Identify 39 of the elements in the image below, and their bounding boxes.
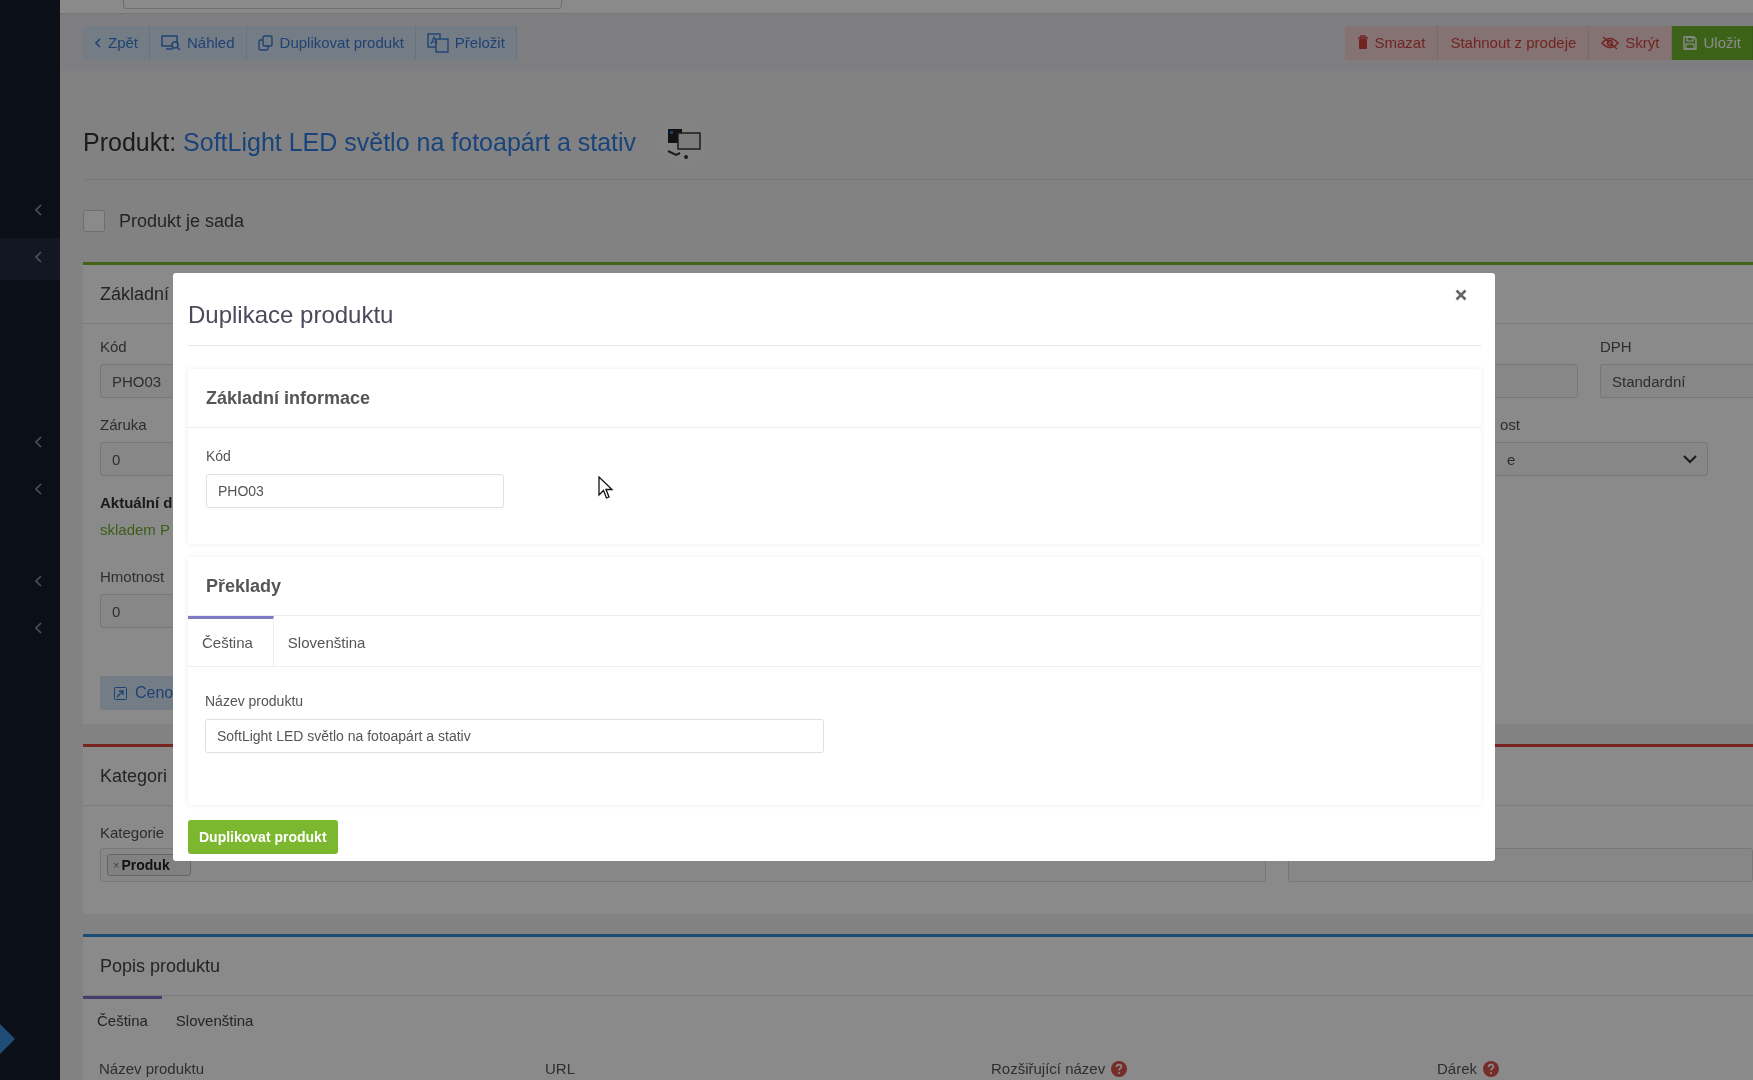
section-title: Překlady [206, 575, 282, 597]
withdraw-button[interactable]: Stahnout z prodeje [1438, 25, 1590, 60]
field-label: Záruka [100, 416, 147, 434]
save-button[interactable]: Uložit [1672, 25, 1753, 60]
field-label: Název produktu [205, 693, 304, 709]
duplicate-button[interactable]: Duplikovat produkt [188, 820, 338, 854]
field-label: Rozšiřující název [991, 1060, 1106, 1077]
input-field[interactable]: SoftLight LED světlo na fotoapárt a stativ [205, 719, 824, 753]
section-title: Základní [100, 283, 170, 305]
field-label: Kód [100, 338, 127, 356]
stock-heading: Aktuální d [100, 494, 173, 511]
language-tab[interactable]: Slovenština [161, 996, 268, 1042]
modal-title: Duplikace produktu [188, 300, 394, 329]
section-title: Popis produktu [100, 955, 221, 977]
field-label: Název produktu [99, 1060, 205, 1077]
page-title: Produkt: SoftLight LED světlo na fotoapárt a stativ [83, 127, 637, 157]
input-field[interactable]: Standardní [1600, 364, 1753, 398]
translate-button[interactable]: Přeložit [415, 25, 517, 60]
section-title: Základní informace [206, 387, 371, 409]
field-label: Hmotnost [100, 568, 165, 586]
language-tab[interactable]: Slovenština [273, 616, 386, 666]
field-label: Dárek [1437, 1060, 1477, 1077]
preview-button[interactable]: Náhled [150, 25, 247, 60]
language-tab[interactable]: Čeština [83, 996, 162, 1042]
stock-status: skladem P [100, 521, 171, 538]
language-tab[interactable]: Čeština [188, 616, 274, 666]
field-label: Kód [206, 448, 231, 464]
hide-button[interactable]: Skrýt [1589, 25, 1673, 60]
delete-button[interactable]: Smazat [1344, 25, 1439, 60]
field-label: URL [545, 1060, 575, 1077]
category-tag[interactable]: ×Produk [107, 854, 191, 876]
back-button[interactable]: Zpět [83, 25, 150, 60]
duplicate-button[interactable]: Duplikovat produkt [246, 25, 416, 60]
field-label: ost [1499, 416, 1520, 434]
input-field[interactable]: PHO03 [206, 474, 504, 508]
checkbox-label: Produkt je sada [119, 210, 245, 232]
field-label: Kategorie [100, 824, 165, 842]
section-title: Kategori [100, 765, 168, 787]
field-label: DPH [1600, 338, 1632, 356]
